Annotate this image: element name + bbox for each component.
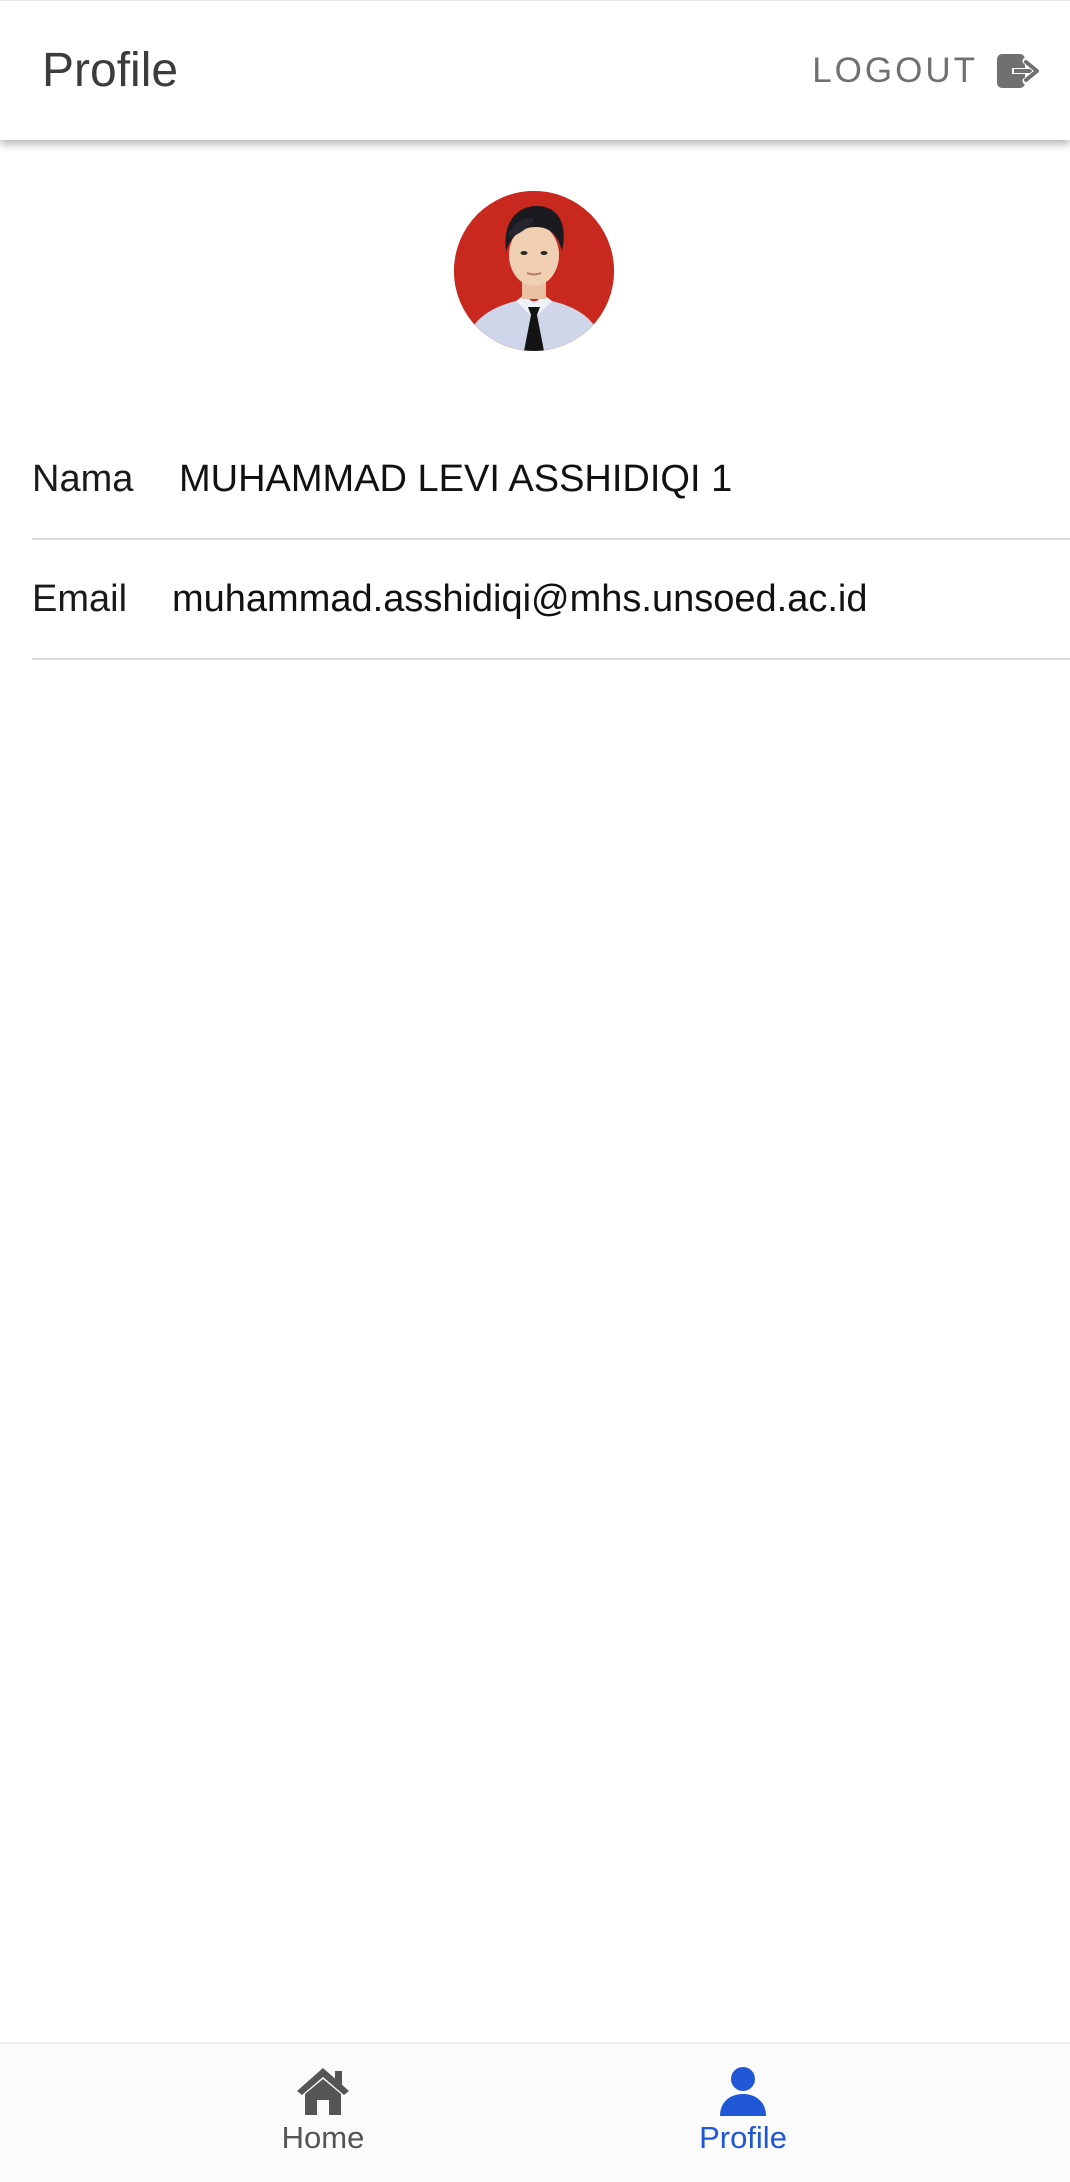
- logout-label: LOGOUT: [812, 51, 978, 90]
- nav-item-profile[interactable]: Profile: [643, 2066, 843, 2166]
- email-row: Email muhammad.asshidiqi@mhs.unsoed.ac.i…: [32, 540, 1070, 660]
- name-label: Nama: [32, 457, 134, 500]
- name-value: MUHAMMAD LEVI ASSHIDIQI 1: [179, 457, 733, 500]
- nav-label-home: Home: [281, 2120, 365, 2155]
- bottom-navigation: Home Profile: [0, 2042, 1070, 2182]
- person-icon: [718, 2066, 768, 2116]
- logout-icon: [996, 53, 1040, 89]
- app-header: Profile LOGOUT: [0, 0, 1070, 140]
- nav-item-home[interactable]: Home: [223, 2066, 423, 2166]
- name-row: Nama MUHAMMAD LEVI ASSHIDIQI 1: [32, 420, 1070, 540]
- profile-avatar: [454, 191, 614, 351]
- email-label: Email: [32, 577, 128, 620]
- nav-label-profile: Profile: [699, 2120, 787, 2155]
- email-value: muhammad.asshidiqi@mhs.unsoed.ac.id: [172, 577, 868, 620]
- logout-button[interactable]: LOGOUT: [812, 45, 1040, 97]
- page-title: Profile: [42, 44, 179, 97]
- home-icon: [295, 2066, 351, 2116]
- app-screen: Profile LOGOUT Nama MUHAMMAD LEVI ASSHID…: [0, 0, 1070, 2182]
